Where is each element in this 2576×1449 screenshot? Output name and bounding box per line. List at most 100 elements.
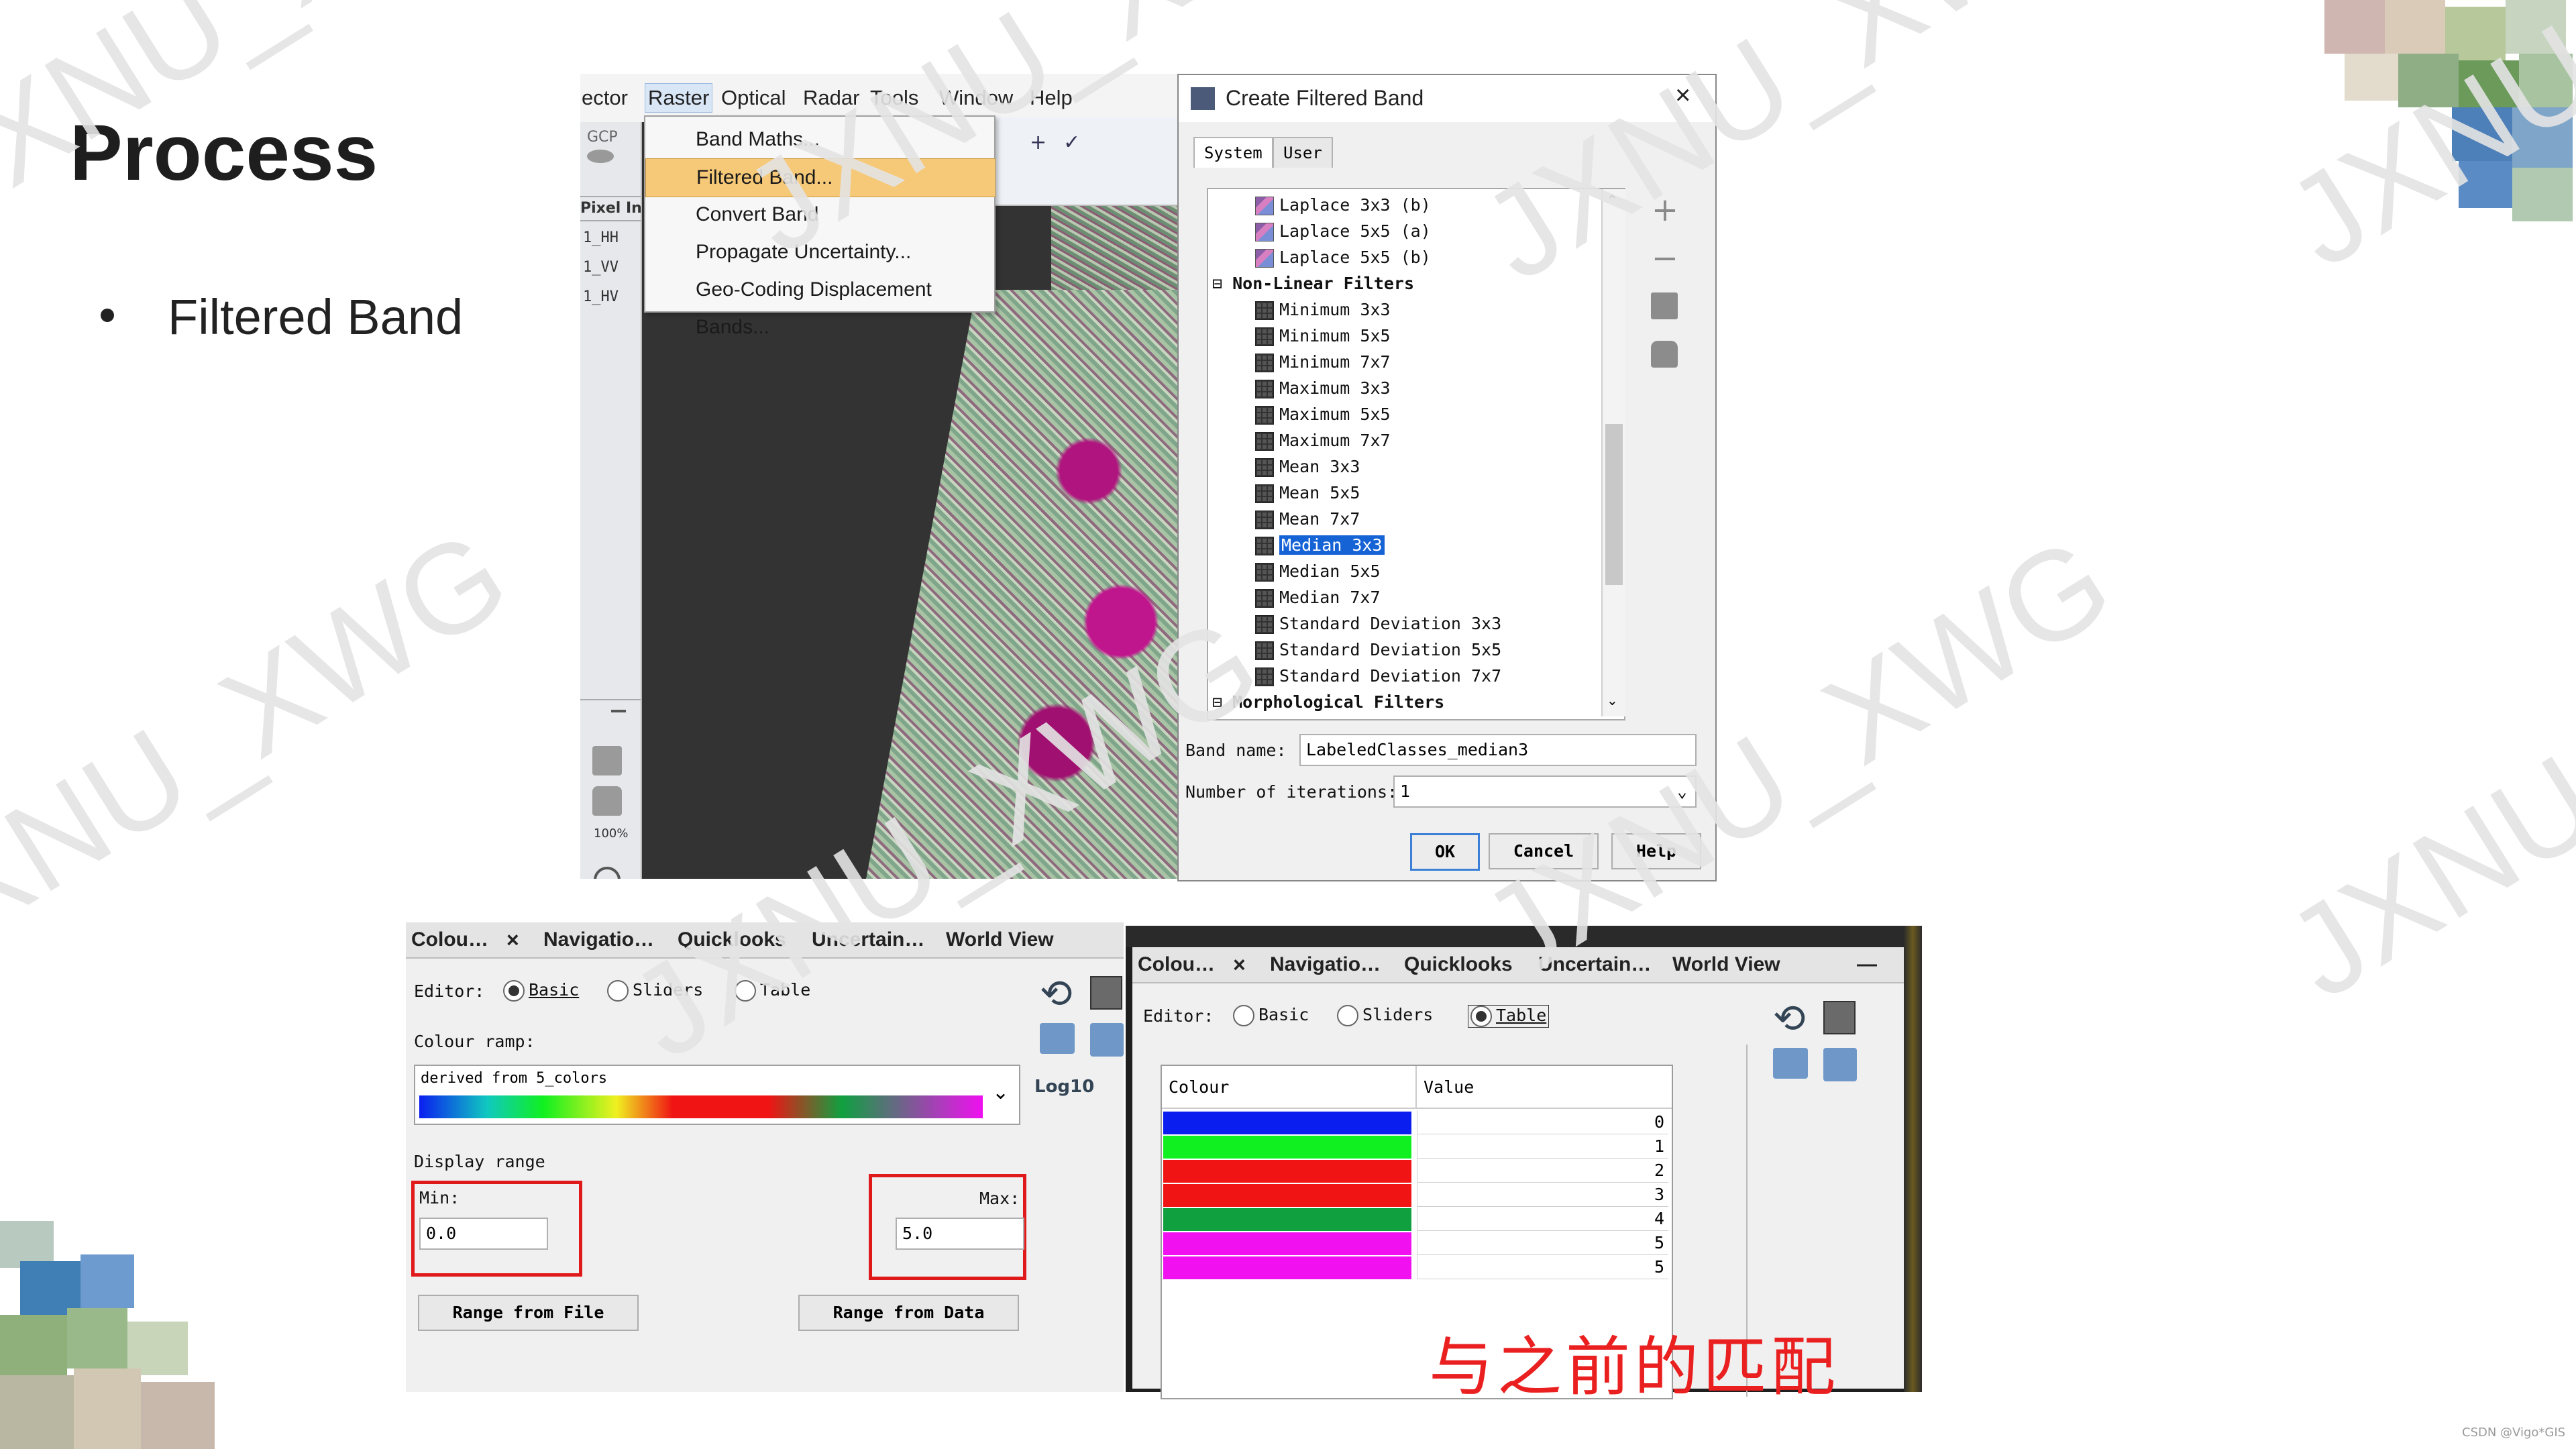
tree-item[interactable]: Minimum 3x3 bbox=[1255, 297, 1391, 323]
menu-item-band-maths[interactable]: Band Maths... bbox=[645, 121, 994, 158]
menu-vector[interactable]: ector bbox=[582, 86, 628, 110]
export-icon[interactable] bbox=[1823, 1048, 1857, 1081]
collapse-toggle-icon[interactable]: ⊟ bbox=[1212, 692, 1232, 712]
tree-item[interactable]: Laplace 3x3 (b) bbox=[1255, 192, 1431, 218]
tree-item[interactable]: Maximum 7x7 bbox=[1255, 427, 1391, 453]
menu-tools[interactable]: Tools bbox=[870, 86, 918, 110]
log10-toggle[interactable]: Log10 bbox=[1034, 1077, 1094, 1097]
tree-item[interactable]: Mean 7x7 bbox=[1255, 506, 1360, 532]
tree-item[interactable]: Mean 3x3 bbox=[1255, 453, 1360, 480]
tree-group[interactable]: ⊟ Morphological Filters bbox=[1212, 689, 1444, 715]
collapse-icon[interactable] bbox=[611, 710, 626, 712]
value-cell[interactable]: 1 bbox=[1417, 1134, 1668, 1159]
tree-item[interactable]: Standard Deviation 7x7 bbox=[1255, 663, 1501, 689]
colour-swatch[interactable] bbox=[1163, 1232, 1411, 1255]
layer-copy-icon[interactable] bbox=[592, 746, 622, 775]
tree-item[interactable]: Laplace 5x5 (b) bbox=[1255, 244, 1431, 270]
band-1-vv[interactable]: 1_VV bbox=[583, 259, 619, 276]
menu-item-filtered-band[interactable]: Filtered Band... bbox=[645, 158, 996, 197]
menu-item-geocoding-displacement[interactable]: Geo-Coding Displacement Bands... bbox=[645, 271, 994, 338]
band-name-input[interactable]: LabeledClasses_median3 bbox=[1299, 734, 1697, 766]
pan-hand-icon[interactable] bbox=[592, 786, 622, 816]
filter-tool-icon[interactable] bbox=[1648, 338, 1682, 372]
menu-radar[interactable]: Radar bbox=[803, 86, 859, 110]
tab-navigation[interactable]: Navigatio… bbox=[1270, 947, 1381, 982]
colour-swatch[interactable] bbox=[1163, 1136, 1411, 1159]
export-icon[interactable] bbox=[1090, 1023, 1124, 1057]
tab-quicklooks[interactable]: Quicklooks bbox=[678, 922, 786, 957]
radio-basic[interactable]: Basic bbox=[1233, 1005, 1309, 1026]
value-cell[interactable]: 0 bbox=[1417, 1110, 1668, 1134]
colour-swatch[interactable] bbox=[1163, 1112, 1411, 1134]
menu-optical[interactable]: Optical bbox=[721, 86, 786, 110]
tab-world-view[interactable]: World View bbox=[1672, 947, 1780, 982]
import-icon[interactable] bbox=[1773, 1048, 1808, 1079]
tab-world-view[interactable]: World View bbox=[946, 922, 1054, 957]
collapse-toggle-icon[interactable]: ⊟ bbox=[1212, 274, 1232, 293]
colour-swatch[interactable] bbox=[1163, 1184, 1411, 1207]
menu-window[interactable]: Window bbox=[939, 86, 1013, 110]
menu-item-convert-band[interactable]: Convert Band bbox=[645, 196, 994, 233]
cancel-button[interactable]: Cancel bbox=[1489, 833, 1599, 869]
iterations-select[interactable]: 1 ⌄ bbox=[1393, 775, 1697, 808]
colour-swatch[interactable] bbox=[1163, 1208, 1411, 1231]
tab-uncertainty[interactable]: Uncertain… bbox=[812, 922, 924, 957]
tree-group[interactable]: ⊟ Non-Linear Filters bbox=[1212, 270, 1414, 297]
colour-ramp-select[interactable]: derived from 5_colors ⌄ bbox=[414, 1065, 1020, 1125]
value-cell[interactable]: 4 bbox=[1417, 1207, 1668, 1231]
tree-item[interactable]: Minimum 5x5 bbox=[1255, 323, 1391, 349]
multi-assign-icon[interactable] bbox=[1823, 1001, 1856, 1034]
minimize-icon[interactable]: — bbox=[1857, 947, 1877, 982]
colour-swatch[interactable] bbox=[1163, 1256, 1411, 1279]
zoom-out-icon[interactable] bbox=[594, 867, 621, 879]
tab-colour[interactable]: Colou… bbox=[1138, 947, 1215, 982]
reset-icon[interactable]: ⟲ bbox=[1773, 996, 1806, 1041]
value-cell[interactable]: 5 bbox=[1417, 1255, 1668, 1279]
edit-filter-icon[interactable] bbox=[1648, 290, 1682, 323]
menu-help[interactable]: Help bbox=[1030, 86, 1073, 110]
menu-raster[interactable]: Raster bbox=[645, 83, 713, 113]
radio-basic[interactable]: Basic bbox=[503, 980, 579, 1002]
min-input[interactable]: 0.0 bbox=[419, 1218, 548, 1250]
multi-assign-icon[interactable] bbox=[1090, 976, 1122, 1010]
tree-item[interactable]: Standard Deviation 3x3 bbox=[1255, 610, 1501, 637]
tree-item[interactable]: Standard Deviation 5x5 bbox=[1255, 637, 1501, 663]
ok-button[interactable]: OK bbox=[1410, 833, 1480, 871]
add-point-icon[interactable]: + bbox=[1030, 131, 1046, 154]
value-cell[interactable]: 3 bbox=[1417, 1183, 1668, 1207]
tree-scrollbar[interactable]: ⌃ ⌄ bbox=[1601, 189, 1625, 716]
max-input[interactable]: 5.0 bbox=[896, 1218, 1024, 1250]
value-cell[interactable]: 2 bbox=[1417, 1159, 1668, 1183]
gcp-tool[interactable]: GCP bbox=[587, 129, 631, 169]
colour-swatch[interactable] bbox=[1163, 1160, 1411, 1183]
tree-item[interactable]: Median 5x5 bbox=[1255, 558, 1381, 584]
add-filter-icon[interactable]: + bbox=[1648, 193, 1682, 227]
reset-icon[interactable]: ⟲ bbox=[1040, 971, 1073, 1016]
close-tab-icon[interactable]: × bbox=[506, 922, 519, 957]
close-tab-icon[interactable]: × bbox=[1233, 947, 1246, 982]
tree-item[interactable]: Laplace 5x5 (a) bbox=[1255, 218, 1431, 244]
scrollbar-thumb[interactable] bbox=[1605, 424, 1623, 585]
tab-system[interactable]: System bbox=[1193, 137, 1273, 168]
band-1-hh[interactable]: 1_HH bbox=[583, 229, 619, 246]
tab-user[interactable]: User bbox=[1273, 137, 1333, 168]
radio-sliders[interactable]: Sliders bbox=[607, 980, 703, 1002]
menu-item-propagate-uncertainty[interactable]: Propagate Uncertainty... bbox=[645, 233, 994, 271]
tab-uncertainty[interactable]: Uncertain… bbox=[1538, 947, 1651, 982]
value-cell[interactable]: 5 bbox=[1417, 1231, 1668, 1255]
tab-navigation[interactable]: Navigatio… bbox=[543, 922, 654, 957]
radio-table[interactable]: Table bbox=[735, 980, 810, 1002]
tree-item[interactable]: Maximum 3x3 bbox=[1255, 375, 1391, 401]
tree-item[interactable]: Maximum 5x5 bbox=[1255, 401, 1391, 427]
radio-table[interactable]: Table bbox=[1468, 1005, 1550, 1028]
range-from-data-button[interactable]: Range from Data bbox=[798, 1295, 1019, 1331]
tab-quicklooks[interactable]: Quicklooks bbox=[1404, 947, 1513, 982]
add-vector-icon[interactable]: ✓ bbox=[1063, 131, 1080, 154]
tab-colour[interactable]: Colou… bbox=[411, 922, 488, 957]
band-1-hv[interactable]: 1_HV bbox=[583, 288, 619, 305]
help-button[interactable]: Help bbox=[1611, 833, 1701, 869]
range-from-file-button[interactable]: Range from File bbox=[418, 1295, 639, 1331]
tree-item[interactable]: Minimum 7x7 bbox=[1255, 349, 1391, 375]
tree-item[interactable]: Mean 5x5 bbox=[1255, 480, 1360, 506]
radio-sliders[interactable]: Sliders bbox=[1337, 1005, 1433, 1026]
